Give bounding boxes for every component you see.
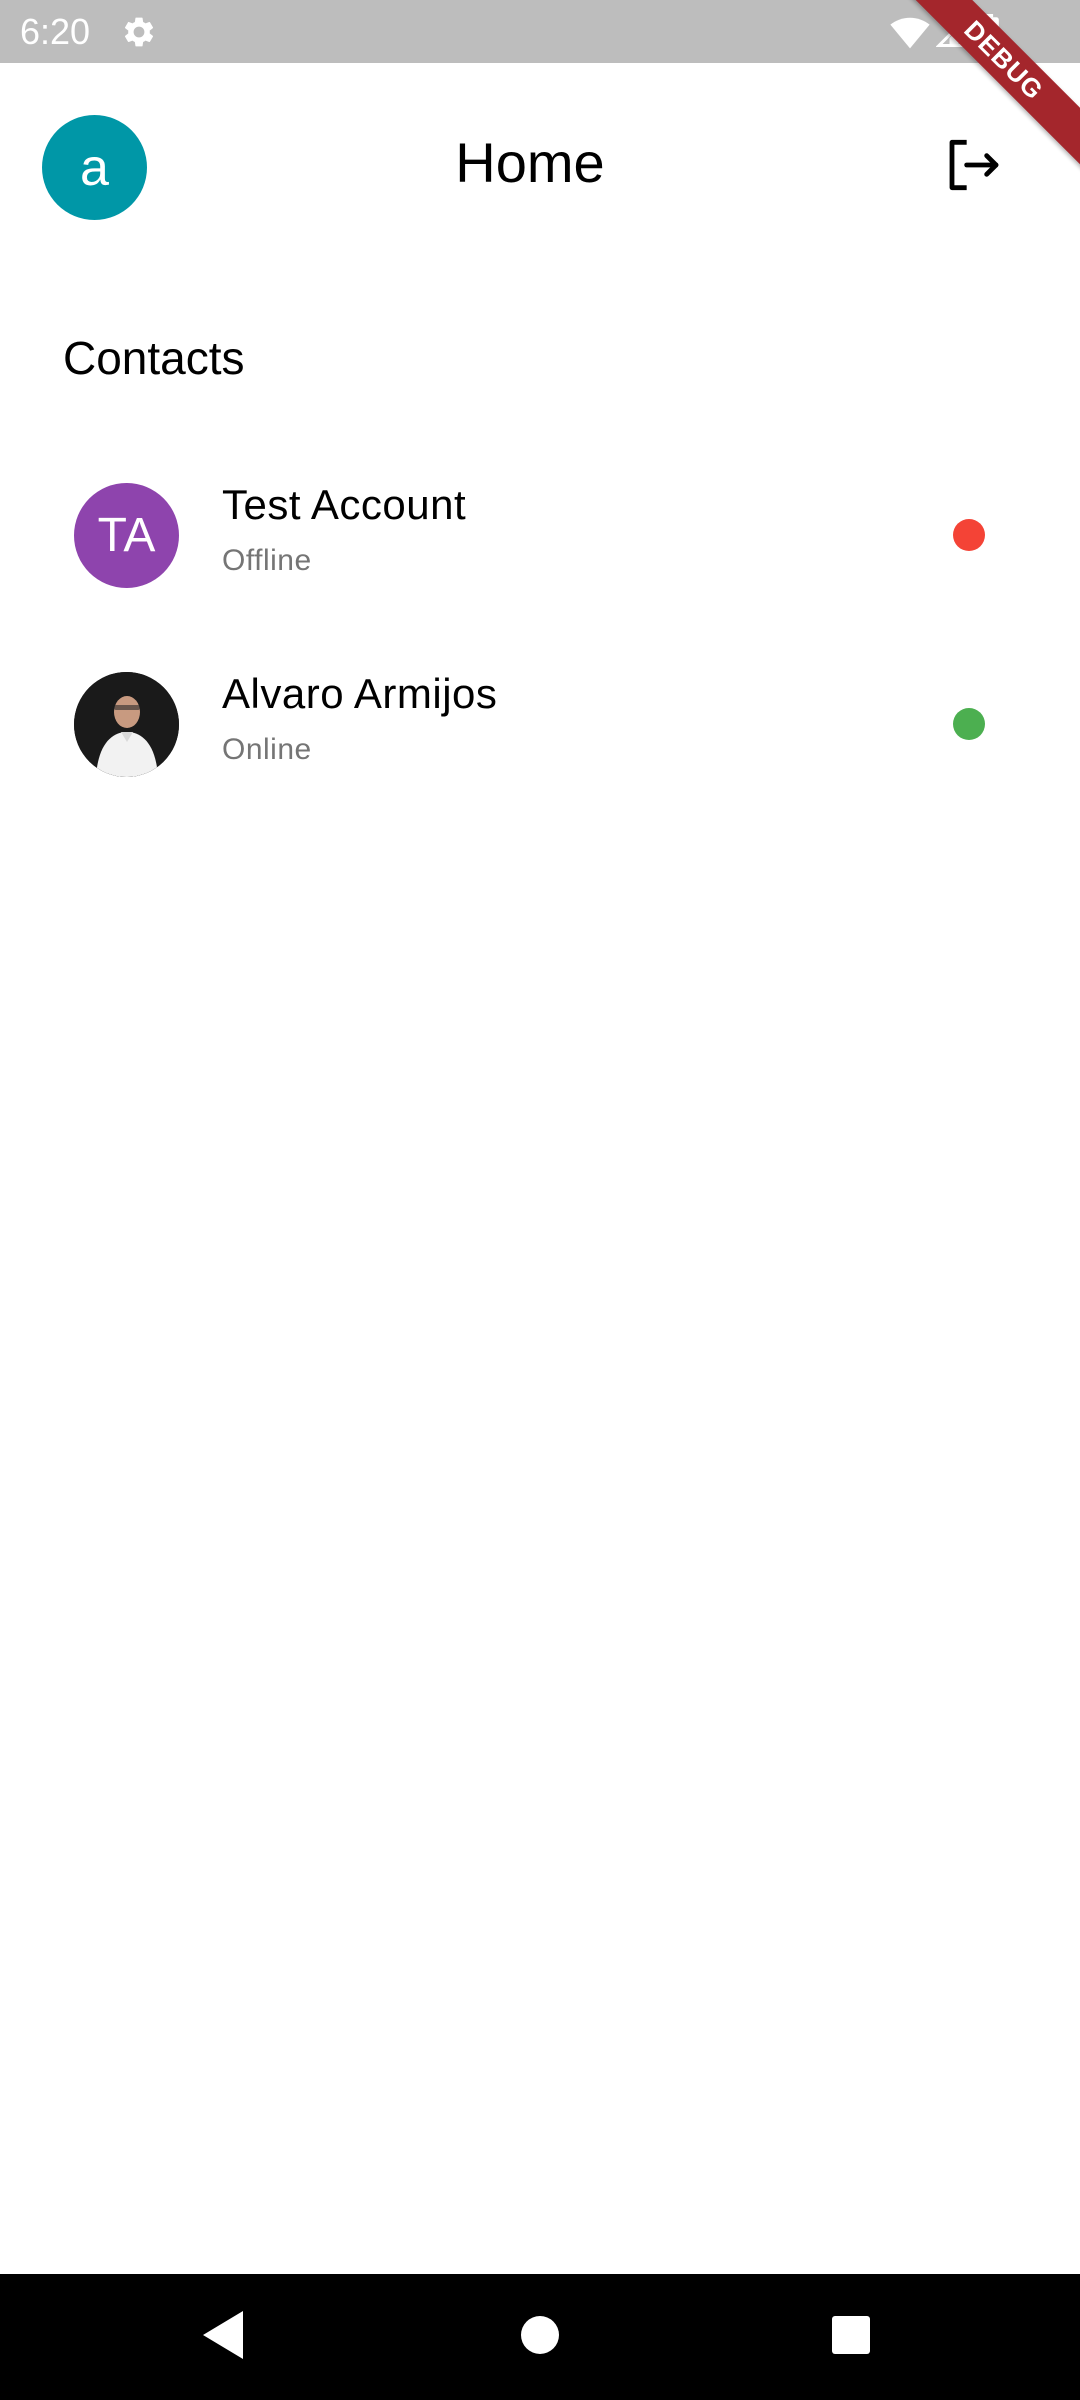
status-dot-online <box>953 708 985 740</box>
home-screen: 6:20 DEBUG a Home Contacts TA Test Accou… <box>0 0 1080 2400</box>
person-photo <box>74 672 179 777</box>
status-dot-offline <box>953 519 985 551</box>
home-icon <box>520 2315 560 2360</box>
avatar: TA <box>74 483 179 588</box>
back-button[interactable] <box>162 2274 288 2400</box>
navigation-bar <box>0 2274 1080 2400</box>
page-title: Home <box>455 131 605 194</box>
app-bar: a Home <box>0 63 1080 269</box>
gear-icon <box>121 14 157 50</box>
contact-status: Online <box>222 733 312 766</box>
status-time: 6:20 <box>20 11 91 52</box>
recents-button[interactable] <box>788 2274 914 2400</box>
wifi-icon <box>890 14 930 50</box>
contact-item-test-account[interactable]: TA Test Account Offline <box>0 447 1080 635</box>
logout-icon <box>940 139 1004 201</box>
contacts-heading: Contacts <box>63 332 245 384</box>
recents-icon <box>831 2315 871 2360</box>
logout-button[interactable] <box>940 133 1004 197</box>
contact-item-alvaro-armijos[interactable]: Alvaro Armijos Online <box>0 636 1080 824</box>
back-icon <box>203 2310 247 2364</box>
status-bar: 6:20 <box>0 0 1080 63</box>
contact-name: Alvaro Armijos <box>222 670 498 717</box>
avatar-initials: TA <box>97 509 156 562</box>
contact-status: Offline <box>222 544 312 577</box>
contact-name: Test Account <box>222 481 467 528</box>
avatar <box>74 672 179 777</box>
home-button[interactable] <box>477 2274 603 2400</box>
